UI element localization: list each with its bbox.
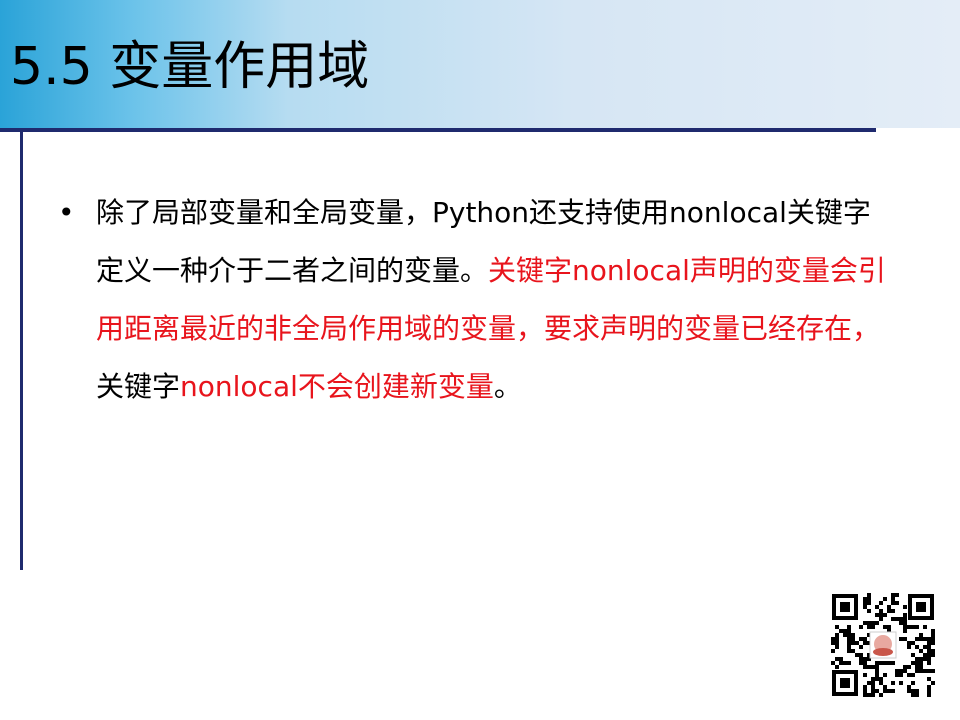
paragraph-segment-5: 。 xyxy=(493,370,522,403)
title-bar: 5.5 变量作用域 xyxy=(0,0,960,128)
qr-code-icon xyxy=(830,592,936,698)
slide-title: 5.5 变量作用域 xyxy=(10,37,370,97)
bullet-item: • 除了局部变量和全局变量，Python还支持使用nonlocal关键字定义一种… xyxy=(58,184,898,416)
bullet-paragraph: 除了局部变量和全局变量，Python还支持使用nonlocal关键字定义一种介于… xyxy=(96,184,898,416)
left-vertical-rule xyxy=(20,132,23,570)
paragraph-segment-3: 关键字 xyxy=(96,370,181,403)
paragraph-segment-4: nonlocal不会创建新变量 xyxy=(180,370,494,403)
title-underline xyxy=(0,128,876,132)
bullet-marker: • xyxy=(58,196,75,229)
